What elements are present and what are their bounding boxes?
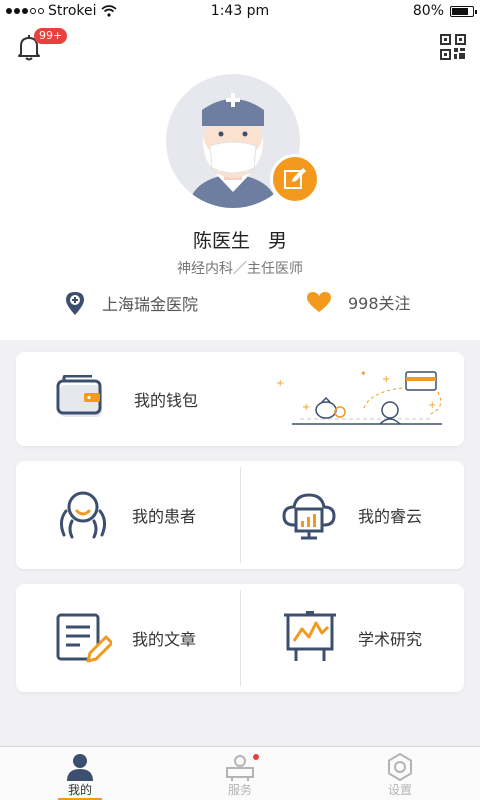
cloud-label: 我的睿云: [358, 507, 423, 526]
heart-icon: [307, 292, 331, 312]
notification-badge: 99+: [34, 28, 68, 44]
cloud-entry[interactable]: 我的睿云: [282, 461, 422, 569]
svg-text:+: +: [382, 374, 390, 385]
location-plus-icon: [66, 292, 84, 315]
articles-label: 我的文章: [132, 630, 197, 649]
patients-label: 我的患者: [132, 507, 197, 526]
research-board-icon: [284, 611, 336, 661]
tab-service[interactable]: 服务: [160, 747, 320, 800]
followers-count: 998关注: [348, 294, 411, 313]
card-divider: [240, 590, 241, 686]
qr-code-icon[interactable]: [440, 34, 466, 60]
card-divider: [240, 467, 241, 563]
patients-icon: [59, 491, 107, 539]
svg-text:+: +: [276, 378, 284, 389]
service-notification-dot: [253, 754, 259, 760]
research-entry[interactable]: 学术研究: [282, 584, 422, 692]
hospital-name: 上海瑞金医院: [102, 295, 199, 314]
doctor-department: 神经内科／主任医师: [177, 261, 303, 277]
wallet-entry[interactable]: 我的钱包: [56, 352, 198, 446]
wallet-card[interactable]: 我的钱包 + + + + ✦: [16, 352, 464, 446]
research-label: 学术研究: [358, 630, 423, 649]
tab-mine[interactable]: 我的: [0, 747, 160, 800]
bottom-tab-bar: 我的 服务 设置: [0, 746, 480, 800]
status-time: 1:43 pm: [210, 3, 270, 19]
wallet-label: 我的钱包: [134, 391, 199, 410]
articles-research-card: 我的文章 学术研究: [16, 584, 464, 692]
battery-percent: 80%: [412, 3, 444, 19]
articles-entry[interactable]: 我的文章: [56, 584, 196, 692]
article-edit-icon: [56, 613, 112, 663]
doctor-gender: 男: [268, 230, 288, 252]
profile-header: 99+ 陈医生男 神经内科／主任医师 上海瑞金医院 998关注: [0, 22, 480, 340]
svg-text:+: +: [428, 400, 436, 411]
tab-settings-label: 设置: [387, 783, 412, 797]
wallet-illustration: + + + + ✦: [276, 369, 442, 425]
person-icon: [67, 754, 93, 781]
service-desk-icon: [226, 755, 254, 781]
patients-entry[interactable]: 我的患者: [56, 461, 196, 569]
edit-icon: [284, 168, 306, 189]
tab-settings[interactable]: 设置: [320, 747, 480, 800]
svg-text:+: +: [302, 402, 310, 413]
hospital-info[interactable]: 上海瑞金医院: [64, 290, 198, 316]
cloud-chart-icon: [282, 493, 336, 540]
followers-info[interactable]: 998关注: [306, 290, 411, 314]
battery-icon: [450, 5, 477, 17]
info-row: 上海瑞金医院 998关注: [0, 290, 480, 336]
status-bar: Strokei 1:43 pm 80%: [0, 0, 480, 22]
gear-icon: [388, 753, 412, 781]
status-right: 80%: [412, 3, 477, 19]
edit-profile-button[interactable]: [270, 154, 320, 204]
tab-mine-label: 我的: [67, 783, 92, 797]
wallet-icon: [56, 375, 102, 417]
doctor-name: 陈医生: [192, 230, 250, 252]
doctor-name-row: 陈医生男: [0, 226, 480, 253]
tab-service-label: 服务: [227, 783, 252, 797]
svg-text:✦: ✦: [360, 369, 367, 378]
patients-cloud-card: 我的患者 我的睿云: [16, 461, 464, 569]
